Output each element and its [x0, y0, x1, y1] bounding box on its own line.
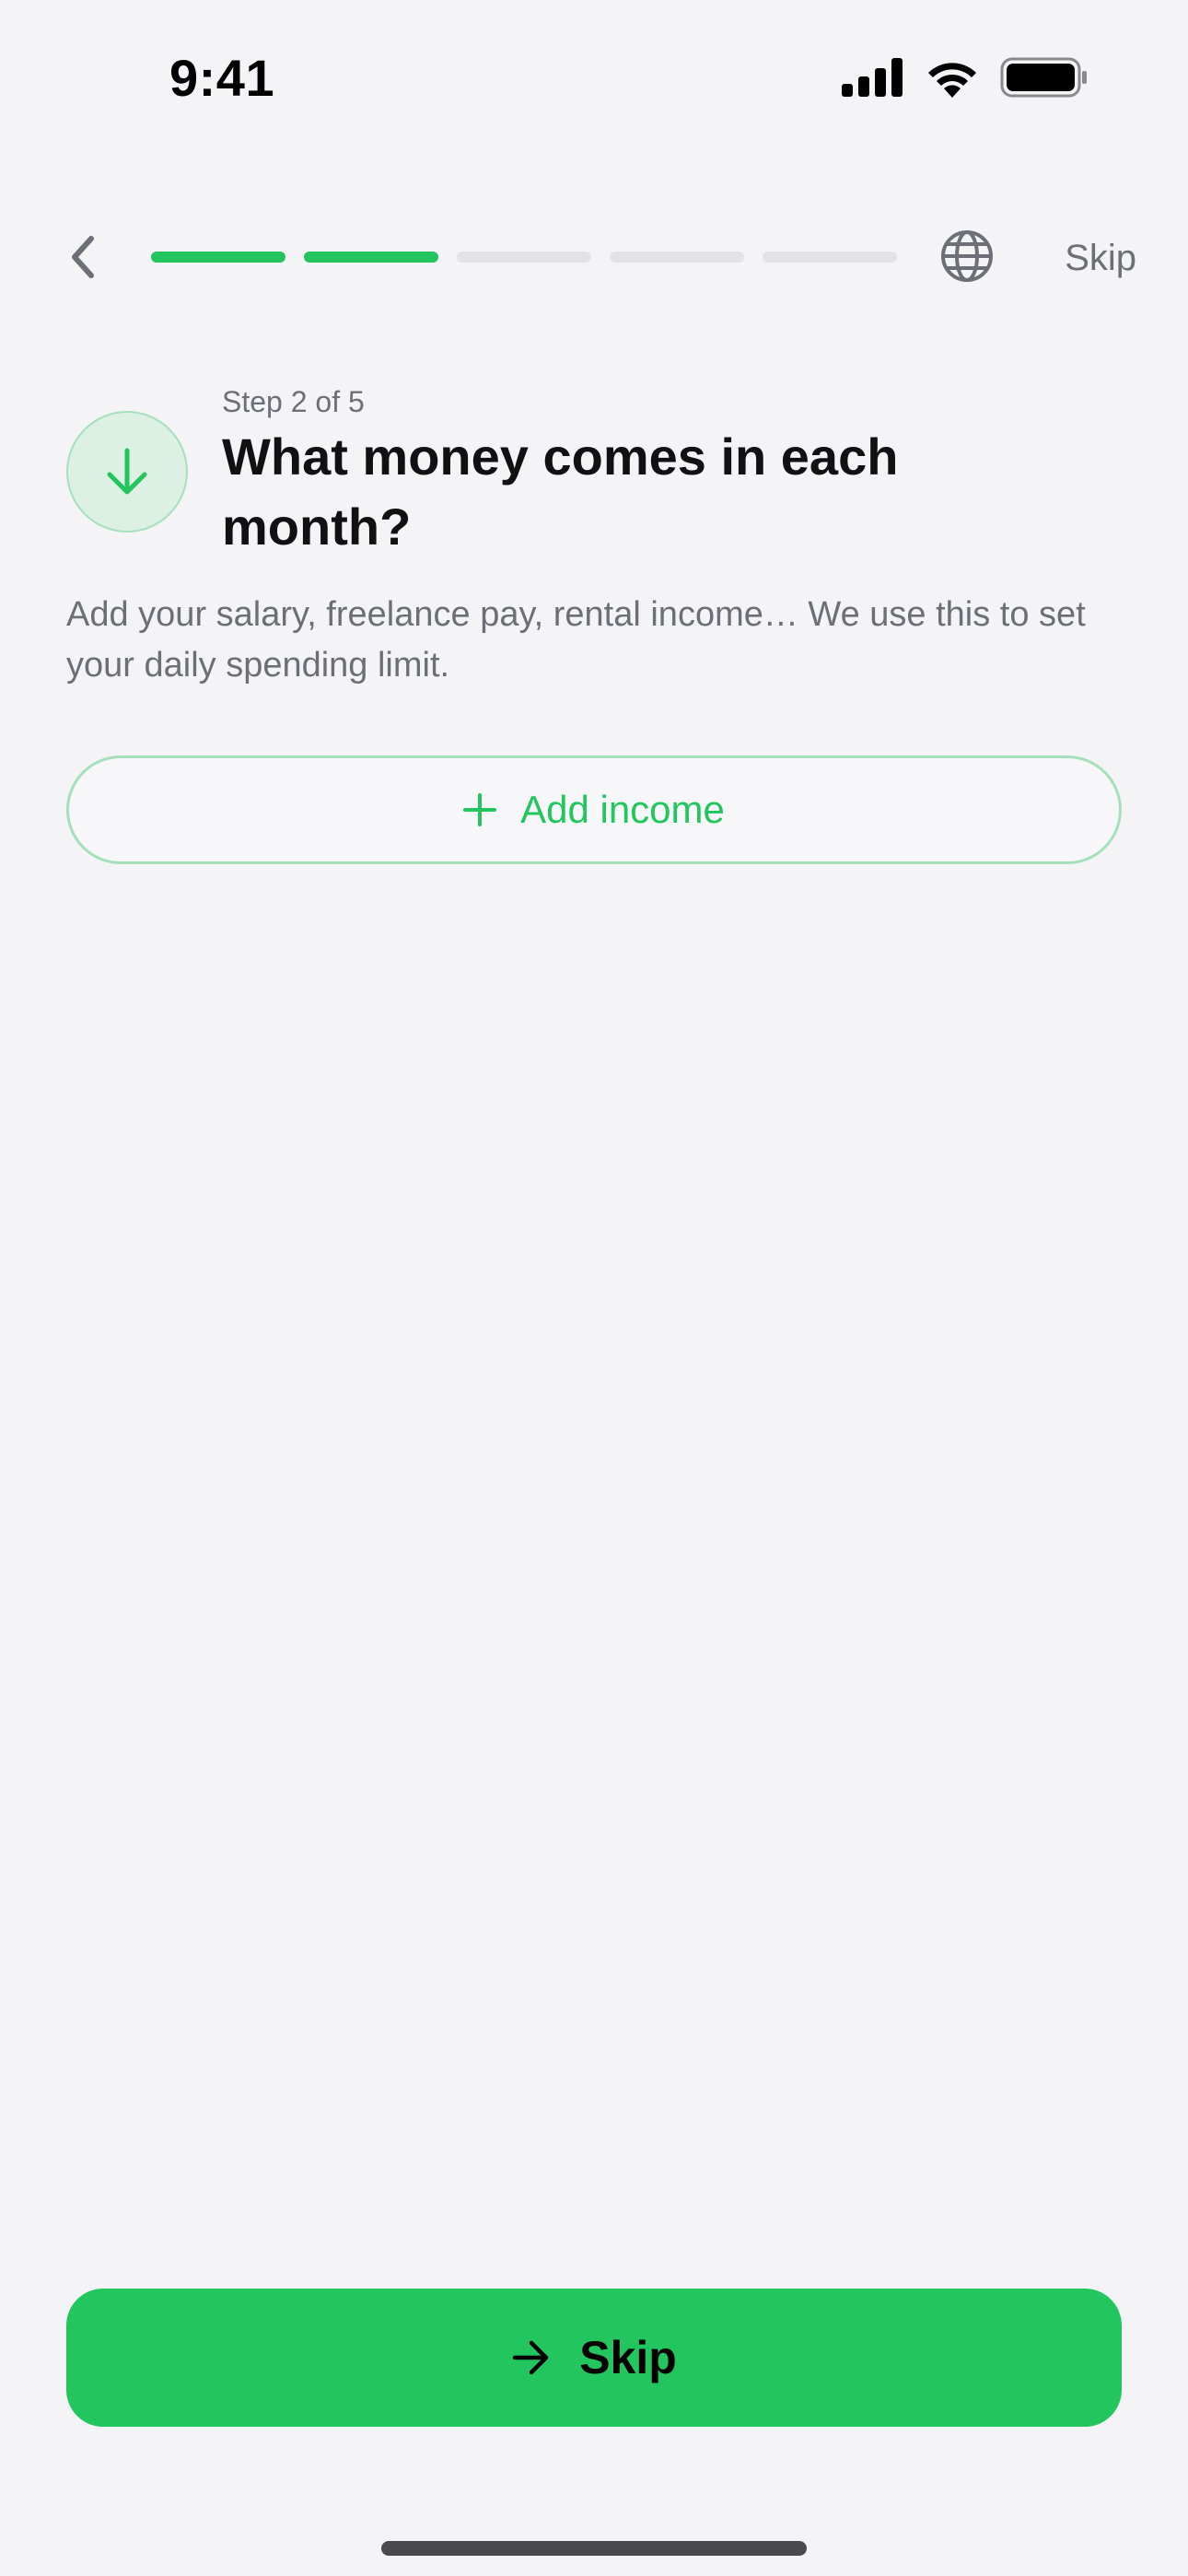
add-income-label: Add income — [520, 788, 725, 831]
progress-bar — [151, 252, 897, 263]
arrow-down-icon — [107, 448, 147, 495]
progress-segment — [151, 252, 285, 263]
wifi-icon — [928, 63, 976, 98]
progress-segment — [457, 252, 591, 263]
back-button[interactable] — [55, 227, 111, 287]
globe-icon — [941, 230, 993, 282]
status-icons — [842, 57, 1089, 98]
plus-icon — [463, 793, 497, 826]
status-time: 9:41 — [169, 49, 275, 107]
step-icon-badge — [66, 411, 188, 533]
arrow-right-icon — [512, 2340, 549, 2375]
progress-segment — [610, 252, 744, 263]
add-income-button[interactable]: Add income — [66, 755, 1122, 864]
progress-segment — [304, 252, 438, 263]
skip-link[interactable]: Skip — [1065, 238, 1136, 279]
page-description: Add your salary, freelance pay, rental i… — [66, 595, 1086, 685]
battery-icon — [1000, 57, 1087, 98]
language-button[interactable] — [939, 228, 995, 284]
page-title: What money comes in each month? — [222, 427, 899, 556]
signal-icon — [842, 58, 903, 97]
onboarding-screen: 9:41 Skip Step 2 of 5 What money comes i… — [0, 0, 1188, 2576]
skip-button-label: Skip — [579, 2332, 677, 2383]
step-label: Step 2 of 5 — [222, 385, 365, 418]
progress-segment — [763, 252, 897, 263]
chevron-left-icon — [72, 236, 94, 278]
home-indicator — [381, 2541, 807, 2556]
skip-button[interactable]: Skip — [66, 2289, 1122, 2427]
